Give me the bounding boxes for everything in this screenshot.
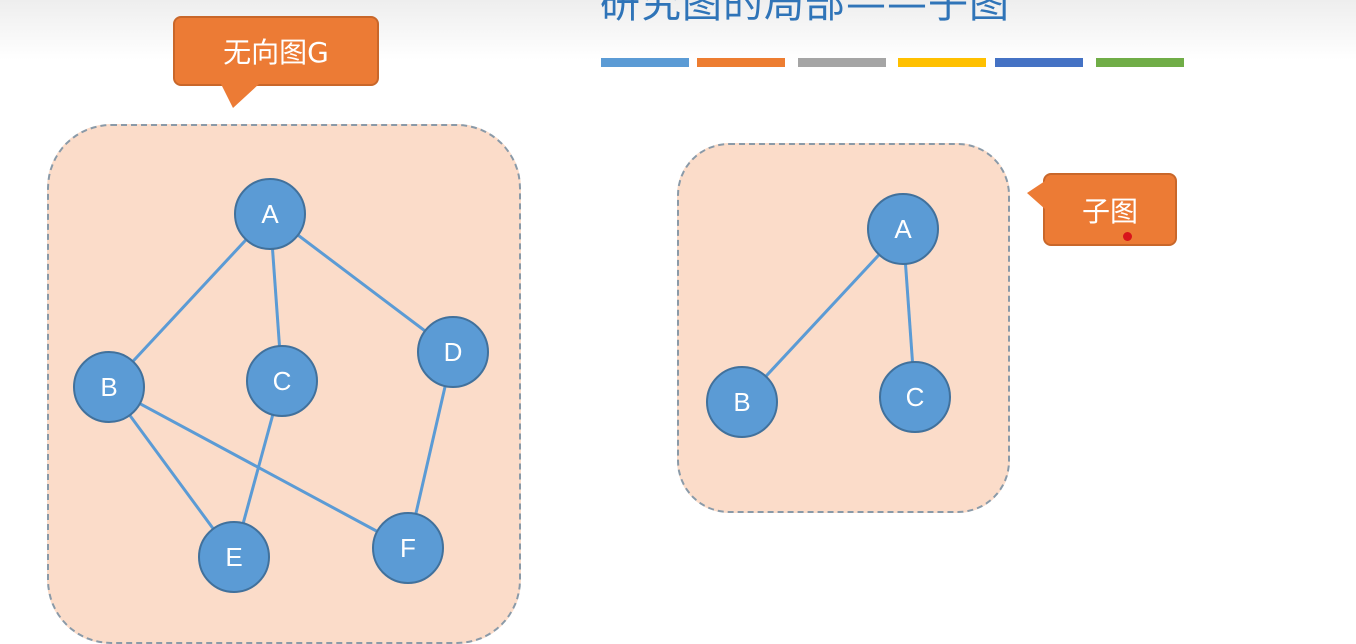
subgraph-node-label-C: C — [906, 382, 925, 412]
graph-g-node-label-B: B — [100, 372, 117, 402]
graph-g-node-label-D: D — [444, 337, 463, 367]
subgraph-node-label-A: A — [894, 214, 912, 244]
graph-g-node-label-E: E — [225, 542, 242, 572]
graph-g-node-label-A: A — [261, 199, 279, 229]
graph-g-node-label-C: C — [273, 366, 292, 396]
graph-g-node-label-F: F — [400, 533, 416, 563]
graph-diagram: A B C D E F A B C — [73, 178, 951, 593]
subgraph-node-label-B: B — [733, 387, 750, 417]
